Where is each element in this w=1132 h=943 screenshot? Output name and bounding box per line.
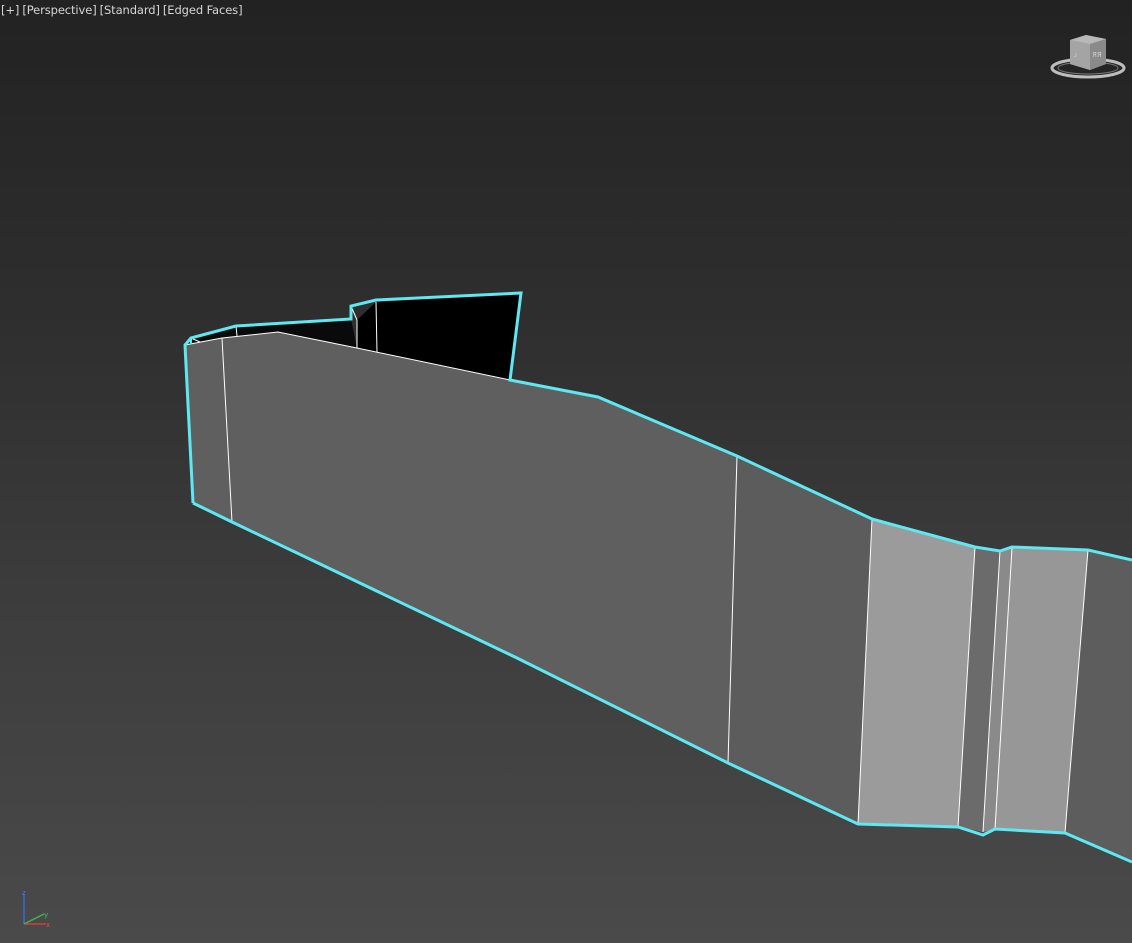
mesh-face-middle[interactable]: [728, 456, 872, 824]
mesh-face-main[interactable]: [185, 332, 737, 763]
perspective-viewport[interactable]: [+] [Perspective] [Standard] [Edged Faces]: [0, 0, 1132, 943]
axis-z-label: z: [22, 889, 26, 897]
svg-text:ɹ: ɹ: [1074, 51, 1077, 59]
axis-tripod-icon: z y x: [22, 889, 50, 929]
viewcube-icon[interactable]: ɹ ЯЯ: [1048, 30, 1128, 84]
mesh-face-light[interactable]: [858, 519, 975, 827]
scene-geometry[interactable]: [0, 0, 1132, 943]
axis-y-label: y: [44, 911, 48, 919]
axis-x-label: x: [46, 921, 50, 929]
svg-text:ЯЯ: ЯЯ: [1092, 51, 1102, 59]
